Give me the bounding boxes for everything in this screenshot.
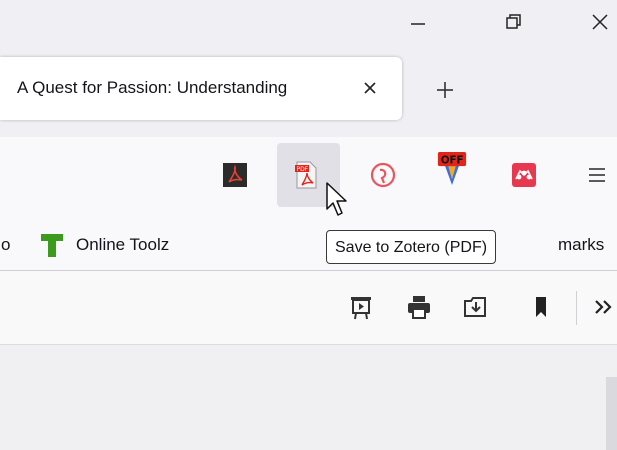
close-icon <box>592 14 608 30</box>
new-tab-button[interactable] <box>431 76 459 104</box>
save-to-zotero-pdf-icon: PDF <box>295 161 317 189</box>
download-icon <box>464 297 486 317</box>
bookmarks-toolbar: o Online Toolz marks <box>0 220 617 271</box>
print-icon <box>408 296 430 319</box>
acrobat-icon <box>223 163 247 187</box>
mendeley-icon <box>512 163 536 187</box>
pdf-viewer-toolbar <box>0 271 617 345</box>
vertical-scrollbar[interactable] <box>606 377 617 450</box>
presentation-mode-button[interactable] <box>345 291 377 323</box>
bookmark-item[interactable]: o <box>1 220 10 270</box>
hamburger-menu-icon <box>589 168 605 182</box>
tooltip: Save to Zotero (PDF) <box>326 230 497 264</box>
restore-button[interactable] <box>486 0 542 44</box>
print-button[interactable] <box>403 291 435 323</box>
minimize-button[interactable] <box>390 0 446 44</box>
bookmark-label: Online Toolz <box>76 235 170 254</box>
mendeley-button[interactable] <box>508 159 540 191</box>
app-menu-button[interactable] <box>581 159 613 191</box>
tab-close-button[interactable] <box>358 76 382 100</box>
acrobat-button[interactable] <box>219 159 251 191</box>
svg-text:OFF: OFF <box>441 154 464 166</box>
bookmark-button[interactable] <box>525 291 557 323</box>
plus-icon <box>437 82 453 98</box>
other-bookmarks-label: marks <box>558 235 605 254</box>
grammar-extension-button[interactable] <box>367 159 399 191</box>
active-tab[interactable]: A Quest for Passion: Understanding <box>0 57 402 120</box>
presentation-icon <box>351 297 371 320</box>
other-bookmarks[interactable]: marks <box>558 220 604 270</box>
bookmark-label: o <box>1 235 11 254</box>
off-extension-button[interactable]: OFF <box>436 152 468 185</box>
toolbar-divider <box>576 291 577 325</box>
minimize-icon <box>411 23 425 25</box>
download-button[interactable] <box>459 291 491 323</box>
close-window-button[interactable] <box>572 0 617 44</box>
bookmark-icon <box>536 297 546 317</box>
tab-title: A Quest for Passion: Understanding <box>17 78 288 97</box>
online-toolz-icon <box>41 234 63 257</box>
more-tools-button[interactable] <box>592 291 617 323</box>
grammar-extension-icon <box>370 162 396 188</box>
svg-text:PDF: PDF <box>297 166 309 173</box>
close-icon <box>364 82 376 94</box>
off-extension-icon: OFF <box>437 152 467 185</box>
title-bar: A Quest for Passion: Understanding <box>0 0 617 137</box>
more-tools-icon <box>595 300 612 314</box>
restore-icon <box>506 14 521 29</box>
zotero-pdf-icon-wrap: PDF <box>290 159 322 191</box>
bookmark-online-toolz[interactable]: Online Toolz <box>40 220 169 270</box>
mouse-pointer-icon <box>326 182 347 216</box>
page-content <box>0 345 617 450</box>
